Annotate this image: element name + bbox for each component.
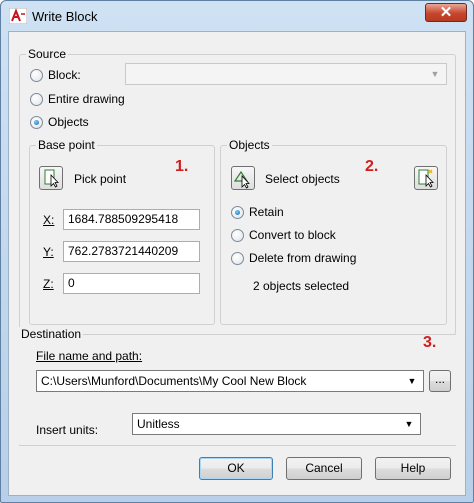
- y-label: Y:: [43, 245, 54, 259]
- chevron-down-icon: ▼: [407, 376, 417, 386]
- close-button[interactable]: ✕: [425, 3, 467, 22]
- annotation-2: 2.: [365, 158, 379, 175]
- objects-group-label: Objects: [227, 138, 272, 152]
- quick-select-button[interactable]: [414, 166, 438, 190]
- convert-to-block-label: Convert to block: [249, 228, 336, 242]
- x-field[interactable]: 1684.788509295418: [63, 209, 200, 230]
- destination-label: Destination: [19, 327, 84, 341]
- insert-units-value: Unitless: [137, 417, 180, 431]
- objects-group: Objects Select objects Retain Convert to…: [220, 138, 447, 325]
- help-button[interactable]: Help: [375, 457, 451, 480]
- title-bar[interactable]: Write Block ✕: [1, 1, 473, 31]
- retain-label: Retain: [249, 205, 284, 219]
- block-name-combo[interactable]: ▼: [125, 63, 447, 85]
- entire-drawing-label: Entire drawing: [48, 92, 125, 106]
- retain-radio[interactable]: [231, 206, 244, 219]
- insert-units-label: Insert units:: [36, 423, 99, 437]
- chevron-down-icon: ▼: [430, 69, 440, 79]
- chevron-down-icon: ▼: [404, 419, 414, 429]
- browse-button[interactable]: ...: [429, 370, 451, 392]
- ok-button[interactable]: OK: [199, 457, 273, 480]
- close-icon: ✕: [439, 4, 453, 21]
- entire-drawing-radio[interactable]: [30, 93, 43, 106]
- objects-selected-status: 2 objects selected: [253, 279, 350, 293]
- file-path-value: C:\Users\Munford\Documents\My Cool New B…: [41, 374, 307, 388]
- source-group: Source Block: ▼ Entire drawing Objects B…: [19, 47, 456, 335]
- divider: [19, 445, 456, 446]
- insert-units-combo[interactable]: Unitless ▼: [132, 413, 421, 435]
- quick-select-icon: [418, 169, 434, 188]
- x-label: X:: [43, 213, 55, 227]
- block-radio-label: Block:: [48, 68, 81, 82]
- objects-radio-label: Objects: [48, 115, 89, 129]
- pick-point-icon: [44, 169, 59, 188]
- write-block-dialog: Write Block ✕ Source Block: ▼ Entire dra…: [0, 0, 474, 503]
- y-field[interactable]: 762.2783721440209: [63, 241, 200, 262]
- z-field[interactable]: 0: [63, 273, 200, 294]
- file-name-label: File name and path:: [36, 349, 143, 363]
- annotation-1: 1.: [175, 158, 189, 175]
- convert-to-block-radio[interactable]: [231, 229, 244, 242]
- select-objects-button[interactable]: [231, 166, 255, 190]
- autocad-icon: [9, 8, 27, 24]
- pick-point-label: Pick point: [74, 172, 127, 186]
- cancel-button[interactable]: Cancel: [286, 457, 362, 480]
- source-label: Source: [26, 47, 69, 61]
- window-title: Write Block: [32, 9, 98, 24]
- select-objects-label: Select objects: [265, 172, 340, 186]
- objects-radio[interactable]: [30, 116, 43, 129]
- z-label: Z:: [43, 277, 54, 291]
- block-radio[interactable]: [30, 69, 43, 82]
- select-objects-icon: [233, 170, 250, 189]
- delete-from-drawing-label: Delete from drawing: [249, 251, 357, 265]
- pick-point-button[interactable]: [39, 166, 63, 190]
- delete-from-drawing-radio[interactable]: [231, 252, 244, 265]
- base-point-label: Base point: [36, 138, 97, 152]
- dialog-body: Source Block: ▼ Entire drawing Objects B…: [8, 31, 466, 496]
- file-path-combo[interactable]: C:\Users\Munford\Documents\My Cool New B…: [36, 370, 424, 392]
